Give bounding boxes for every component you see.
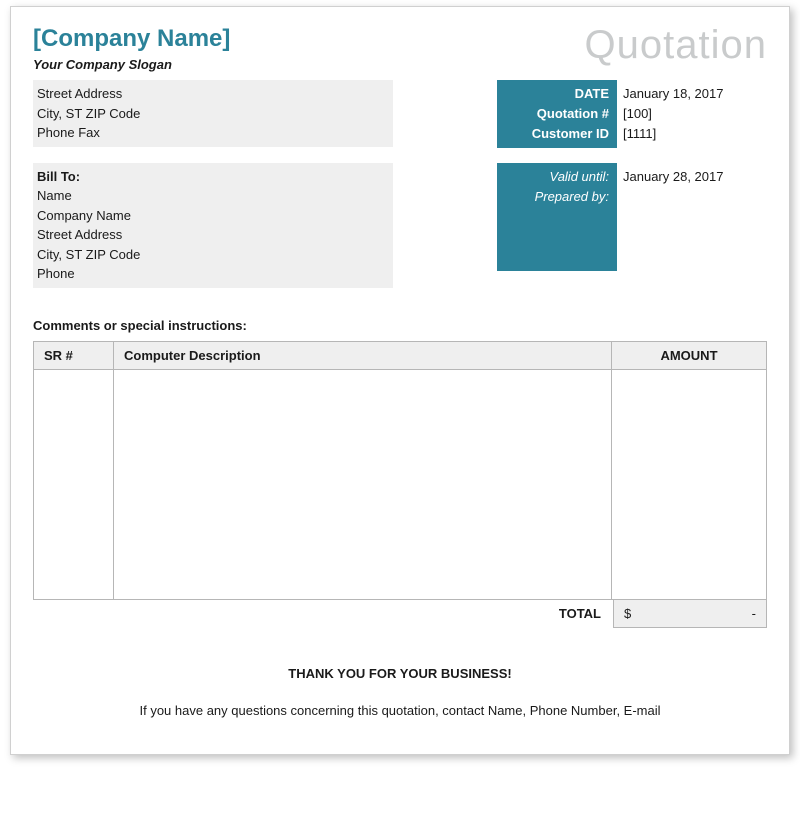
total-row: TOTAL $ - — [33, 600, 767, 628]
table-header-row: SR # Computer Description AMOUNT — [34, 341, 767, 369]
col-description: Computer Description — [114, 341, 612, 369]
meta-values: January 18, 2017 [100] [1111] — [617, 80, 767, 148]
company-slogan: Your Company Slogan — [33, 57, 230, 72]
cell-sr[interactable] — [34, 369, 114, 599]
table-row — [34, 369, 767, 599]
bill-to-heading: Bill To: — [37, 167, 385, 187]
validity-values: January 28, 2017 — [617, 163, 767, 271]
company-name: [Company Name] — [33, 25, 230, 53]
info-row-2: Bill To: Name Company Name Street Addres… — [33, 163, 767, 300]
thank-you: THANK YOU FOR YOUR BUSINESS! — [33, 666, 767, 681]
quotation-number-value: [100] — [623, 104, 761, 124]
footer-note: If you have any questions concerning thi… — [33, 703, 767, 718]
valid-until-label: Valid until: — [505, 167, 609, 187]
total-currency: $ — [624, 606, 631, 621]
bill-to-line: Street Address — [37, 225, 385, 245]
col-amount: AMOUNT — [612, 341, 767, 369]
cell-amount[interactable] — [612, 369, 767, 599]
addr-line: City, ST ZIP Code — [37, 104, 385, 124]
company-address: Street Address City, ST ZIP Code Phone F… — [33, 80, 393, 147]
quote-meta: DATE Quotation # Customer ID January 18,… — [497, 80, 767, 148]
line-items-table: SR # Computer Description AMOUNT — [33, 341, 767, 600]
cell-description[interactable] — [114, 369, 612, 599]
validity-block: Valid until: Prepared by: January 28, 20… — [497, 163, 767, 271]
total-label: TOTAL — [547, 600, 613, 628]
validity-labels: Valid until: Prepared by: — [497, 163, 617, 271]
document-title: Quotation — [585, 25, 767, 65]
header-left: [Company Name] Your Company Slogan — [33, 25, 230, 80]
valid-until-value: January 28, 2017 — [623, 167, 761, 187]
bill-to-line: Phone — [37, 264, 385, 284]
customer-id-label: Customer ID — [505, 124, 609, 144]
header: [Company Name] Your Company Slogan Quota… — [33, 25, 767, 80]
comments-heading: Comments or special instructions: — [33, 318, 767, 333]
bill-to-line: City, ST ZIP Code — [37, 245, 385, 265]
date-value: January 18, 2017 — [623, 84, 761, 104]
bill-to-line: Company Name — [37, 206, 385, 226]
customer-id-value: [1111] — [623, 124, 761, 144]
bill-to-block: Bill To: Name Company Name Street Addres… — [33, 163, 393, 288]
date-label: DATE — [505, 84, 609, 104]
meta-labels: DATE Quotation # Customer ID — [497, 80, 617, 148]
info-row-1: Street Address City, ST ZIP Code Phone F… — [33, 80, 767, 159]
bill-to-line: Name — [37, 186, 385, 206]
addr-line: Phone Fax — [37, 123, 385, 143]
total-value: $ - — [613, 600, 767, 628]
addr-line: Street Address — [37, 84, 385, 104]
quotation-number-label: Quotation # — [505, 104, 609, 124]
quotation-sheet: [Company Name] Your Company Slogan Quota… — [10, 6, 790, 755]
prepared-by-label: Prepared by: — [505, 187, 609, 207]
total-amount: - — [752, 606, 756, 621]
col-sr: SR # — [34, 341, 114, 369]
